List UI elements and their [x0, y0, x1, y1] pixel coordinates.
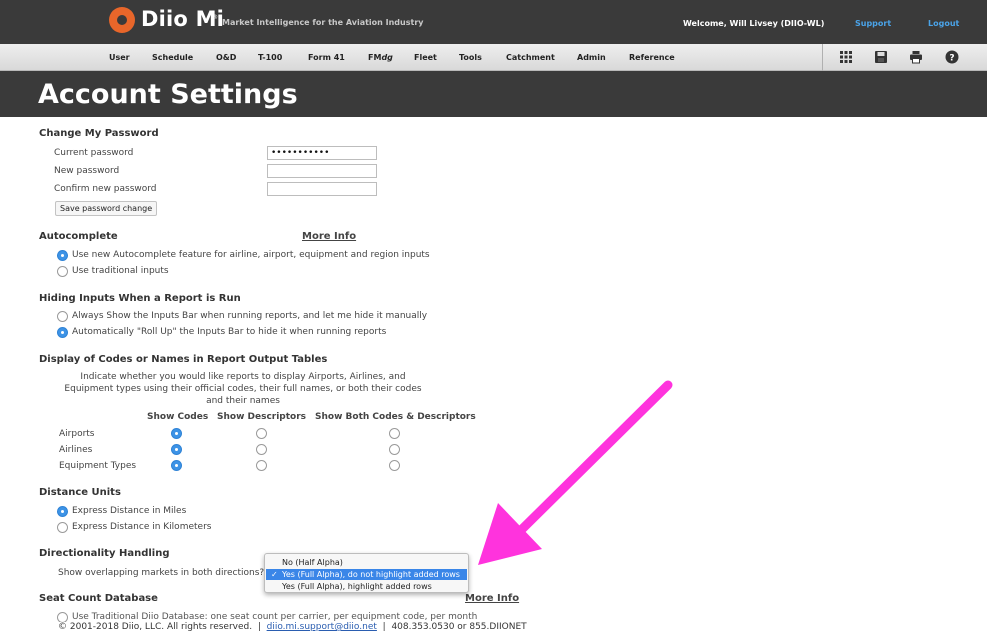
nav-form41[interactable]: Form 41	[308, 53, 345, 62]
distance-km-radio[interactable]	[57, 522, 68, 533]
nav-user[interactable]: User	[109, 53, 130, 62]
current-password-label: Current password	[54, 148, 134, 158]
directionality-dropdown-menu[interactable]: No (Half Alpha) ✓ Yes (Full Alpha), do no…	[264, 553, 469, 593]
nav-fmdg-suffix: dg	[381, 53, 393, 62]
airlines-codes-radio[interactable]	[171, 444, 182, 455]
directionality-option-full-highlight[interactable]: Yes (Full Alpha), highlight added rows	[266, 581, 467, 592]
autocomplete-new-radio[interactable]	[57, 250, 68, 261]
show-codes-column-header: Show Codes	[147, 412, 209, 422]
footer-separator: |	[382, 622, 386, 632]
directionality-option-half-alpha[interactable]: No (Half Alpha)	[266, 557, 467, 568]
nav-tools[interactable]: Tools	[459, 53, 482, 62]
codes-description-line-2: Equipment types using their official cod…	[64, 384, 422, 394]
hiding-always-show-radio[interactable]	[57, 311, 68, 322]
autocomplete-more-info-link[interactable]: More Info	[302, 231, 356, 242]
airlines-both-radio[interactable]	[389, 444, 400, 455]
footer-separator: |	[257, 622, 261, 632]
airports-codes-radio[interactable]	[171, 428, 182, 439]
codes-description: Indicate whether you would like reports …	[60, 371, 426, 407]
annotation-arrow-icon	[478, 380, 673, 565]
equipment-row-label: Equipment Types	[59, 461, 137, 471]
hiding-roll-up-label: Automatically "Roll Up" the Inputs Bar t…	[72, 327, 387, 337]
autocomplete-new-label: Use new Autocomplete feature for airline…	[72, 250, 430, 260]
codes-description-line-3: and their names	[206, 396, 280, 406]
footer-phone: 408.353.0530 or 855.DIIONET	[391, 622, 527, 632]
codes-section-title: Display of Codes or Names in Report Outp…	[39, 354, 328, 365]
welcome-text: Welcome, Will Livsey (DIIO-WL)	[683, 19, 825, 28]
airports-row-label: Airports	[59, 429, 95, 439]
show-descriptors-column-header: Show Descriptors	[217, 412, 307, 422]
autocomplete-traditional-radio[interactable]	[57, 266, 68, 277]
nav-od[interactable]: O&D	[216, 53, 236, 62]
directionality-section-title: Directionality Handling	[39, 548, 170, 559]
nav-divider	[822, 44, 823, 71]
current-password-input[interactable]: •••••••••••	[267, 146, 377, 160]
new-password-input[interactable]	[267, 164, 377, 178]
nav-catchment[interactable]: Catchment	[506, 53, 555, 62]
codes-description-line-1: Indicate whether you would like reports …	[80, 372, 406, 382]
nav-admin[interactable]: Admin	[577, 53, 606, 62]
directionality-question: Show overlapping markets in both directi…	[58, 568, 265, 578]
nav-schedule[interactable]: Schedule	[152, 53, 193, 62]
password-section-title: Change My Password	[39, 128, 159, 139]
hiding-inputs-section-title: Hiding Inputs When a Report is Run	[39, 293, 241, 304]
page-title: Account Settings	[38, 79, 298, 110]
diio-logo-icon	[109, 7, 135, 33]
nav-fleet[interactable]: Fleet	[414, 53, 437, 62]
grid-icon[interactable]	[839, 50, 853, 64]
page-footer: © 2001-2018 Diio, LLC. All rights reserv…	[58, 622, 527, 632]
seat-count-traditional-label: Use Traditional Diio Database: one seat …	[72, 612, 478, 622]
directionality-option-full-no-highlight[interactable]: ✓ Yes (Full Alpha), do not highlight adde…	[266, 569, 467, 580]
equipment-descriptors-radio[interactable]	[256, 460, 267, 471]
equipment-codes-radio[interactable]	[171, 460, 182, 471]
brand-tagline: Market Intelligence for the Aviation Ind…	[222, 18, 424, 27]
show-both-column-header: Show Both Codes & Descriptors	[315, 412, 476, 422]
distance-miles-radio[interactable]	[57, 506, 68, 517]
help-icon[interactable]: ?	[945, 50, 959, 64]
autocomplete-traditional-label: Use traditional inputs	[72, 266, 169, 276]
directionality-option-full-highlight-label: Yes (Full Alpha), highlight added rows	[282, 582, 432, 591]
seat-count-section-title: Seat Count Database	[39, 593, 158, 604]
confirm-password-label: Confirm new password	[54, 184, 157, 194]
airports-both-radio[interactable]	[389, 428, 400, 439]
hiding-roll-up-radio[interactable]	[57, 327, 68, 338]
distance-km-label: Express Distance in Kilometers	[72, 522, 212, 532]
svg-text:?: ?	[949, 54, 954, 64]
nav-reference[interactable]: Reference	[629, 53, 675, 62]
airlines-descriptors-radio[interactable]	[256, 444, 267, 455]
support-link[interactable]: Support	[855, 19, 891, 28]
directionality-option-half-alpha-label: No (Half Alpha)	[282, 558, 343, 567]
nav-fmdg[interactable]: FMdg	[368, 53, 393, 62]
footer-copyright: © 2001-2018 Diio, LLC. All rights reserv…	[58, 622, 253, 632]
save-icon[interactable]	[874, 50, 888, 64]
print-icon[interactable]	[909, 50, 923, 64]
equipment-both-radio[interactable]	[389, 460, 400, 471]
save-password-button[interactable]: Save password change	[55, 201, 158, 216]
airports-descriptors-radio[interactable]	[256, 428, 267, 439]
autocomplete-section-title: Autocomplete	[39, 231, 118, 242]
nav-t100[interactable]: T-100	[258, 53, 282, 62]
new-password-label: New password	[54, 166, 120, 176]
footer-support-email-link[interactable]: diio.mi.support@diio.net	[267, 622, 377, 632]
seat-count-more-info-link[interactable]: More Info	[465, 593, 519, 604]
airlines-row-label: Airlines	[59, 445, 93, 455]
logout-link[interactable]: Logout	[928, 19, 959, 28]
confirm-password-input[interactable]	[267, 182, 377, 196]
nav-fmdg-prefix: FM	[368, 53, 382, 62]
directionality-option-full-no-highlight-label: Yes (Full Alpha), do not highlight added…	[282, 570, 460, 579]
distance-miles-label: Express Distance in Miles	[72, 506, 187, 516]
hiding-always-show-label: Always Show the Inputs Bar when running …	[72, 311, 428, 321]
brand-registered-mark: ®	[212, 14, 218, 21]
distance-section-title: Distance Units	[39, 487, 121, 498]
checkmark-icon: ✓	[271, 570, 278, 579]
